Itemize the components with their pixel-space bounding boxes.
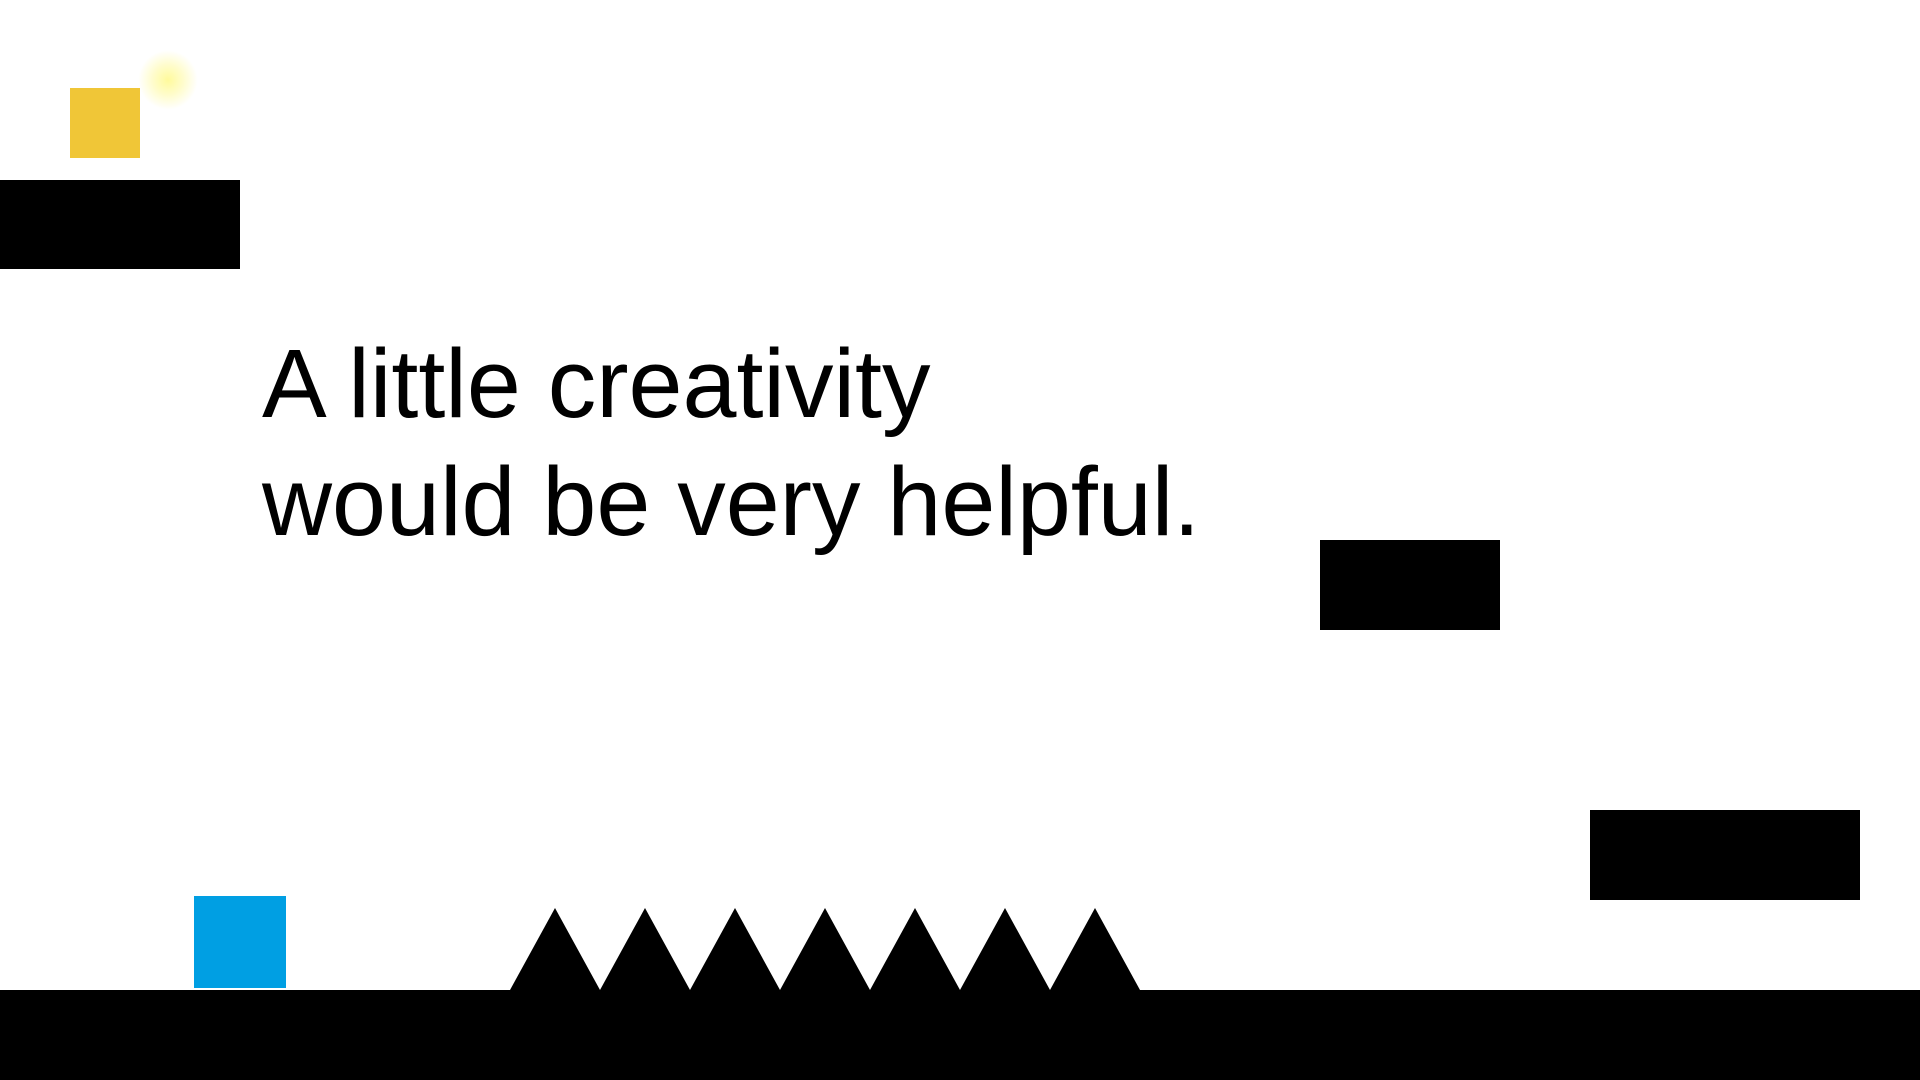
spike-5 [870,908,960,990]
goal-block [70,88,140,158]
spike-2 [600,908,690,990]
spike-3 [690,908,780,990]
game-canvas[interactable]: A little creativity would be very helpfu… [0,0,1920,1080]
spike-1 [510,908,600,990]
spike-6 [960,908,1050,990]
player-block[interactable] [194,896,286,988]
level-hint-text: A little creativity would be very helpfu… [262,325,1200,561]
hint-line-1: A little creativity [262,329,931,438]
hint-line-2: would be very helpful. [262,447,1201,556]
spike-7 [1050,908,1140,990]
spike-4 [780,908,870,990]
goal-glow [138,50,198,110]
